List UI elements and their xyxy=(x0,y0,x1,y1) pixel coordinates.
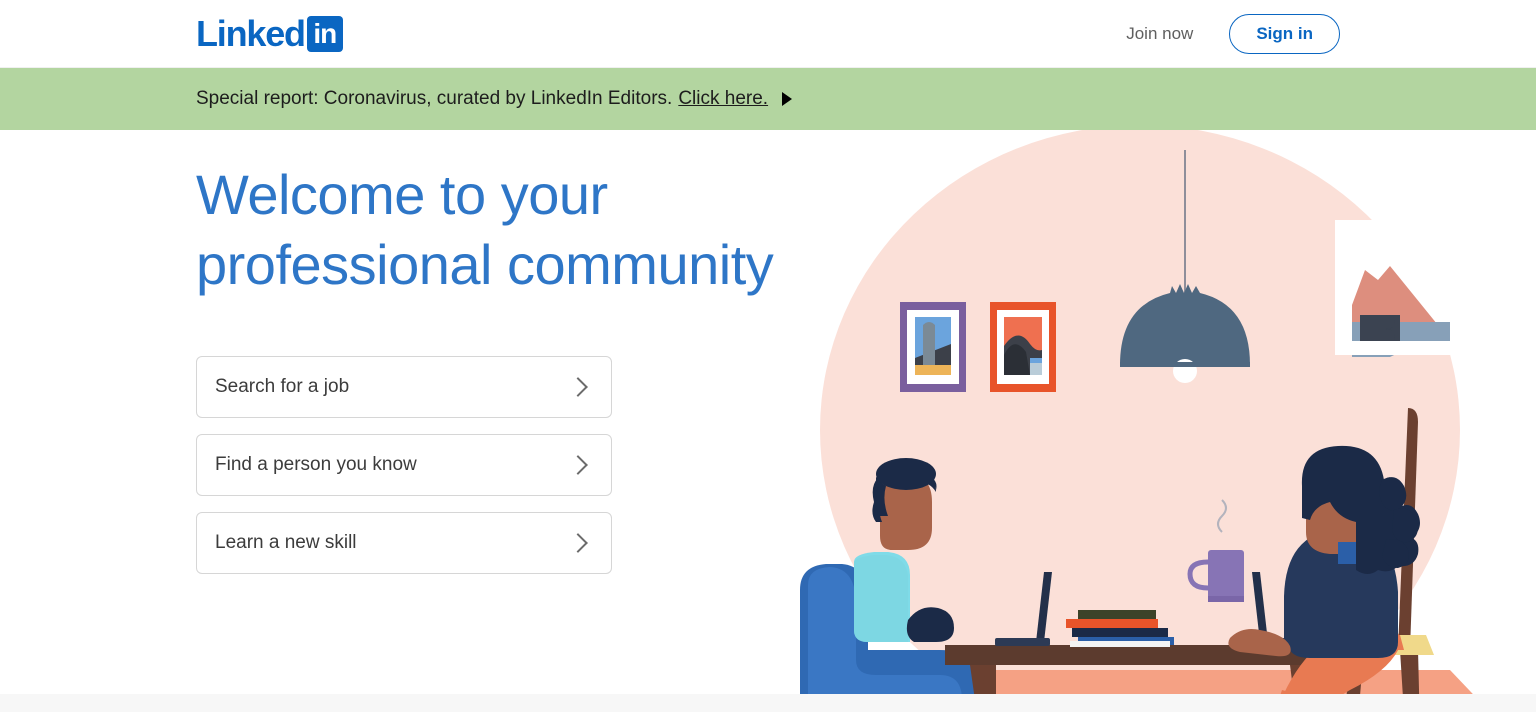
sign-in-button[interactable]: Sign in xyxy=(1229,14,1340,54)
two-people-working-at-desk-illustration xyxy=(790,130,1536,712)
card-find-a-person-you-know[interactable]: Find a person you know xyxy=(196,434,612,496)
headline-line-1: Welcome to your xyxy=(196,163,608,226)
linkedin-landing-page: Linked in Join now Sign in Special repor… xyxy=(0,0,1536,712)
banner-text: Special report: Coronavirus, curated by … xyxy=(196,88,673,109)
site-header: Linked in Join now Sign in xyxy=(0,0,1536,68)
banner-click-here-link[interactable]: Click here. xyxy=(678,88,768,110)
chevron-right-icon xyxy=(568,377,588,397)
card-learn-a-new-skill[interactable]: Learn a new skill xyxy=(196,512,612,574)
card-label: Learn a new skill xyxy=(215,532,357,553)
page-title: Welcome to your professional community xyxy=(196,160,836,300)
headline-line-2: professional community xyxy=(196,233,774,296)
quick-action-card-list: Search for a job Find a person you know … xyxy=(196,356,612,574)
framed-picture-purple xyxy=(900,302,966,392)
special-report-banner: Special report: Coronavirus, curated by … xyxy=(0,68,1536,130)
window-landscape xyxy=(1335,220,1510,357)
hero-content: Welcome to your professional community S… xyxy=(196,160,836,574)
linkedin-logo[interactable]: Linked in xyxy=(196,14,343,54)
logo-in-text: in xyxy=(313,18,337,49)
chevron-right-icon xyxy=(568,455,588,475)
framed-picture-orange xyxy=(990,302,1056,392)
card-search-for-a-job[interactable]: Search for a job xyxy=(196,356,612,418)
header-nav: Join now Sign in xyxy=(1116,0,1340,68)
chevron-right-icon xyxy=(568,533,588,553)
card-label: Search for a job xyxy=(215,376,350,397)
banner-content: Special report: Coronavirus, curated by … xyxy=(196,88,793,110)
logo-wordmark: Linked xyxy=(196,13,306,54)
logo-in-badge: in xyxy=(306,16,343,52)
join-now-link[interactable]: Join now xyxy=(1116,18,1203,50)
page-bottom-strip xyxy=(0,694,1536,712)
card-label: Find a person you know xyxy=(215,454,417,475)
triangle-right-icon[interactable] xyxy=(782,92,793,106)
